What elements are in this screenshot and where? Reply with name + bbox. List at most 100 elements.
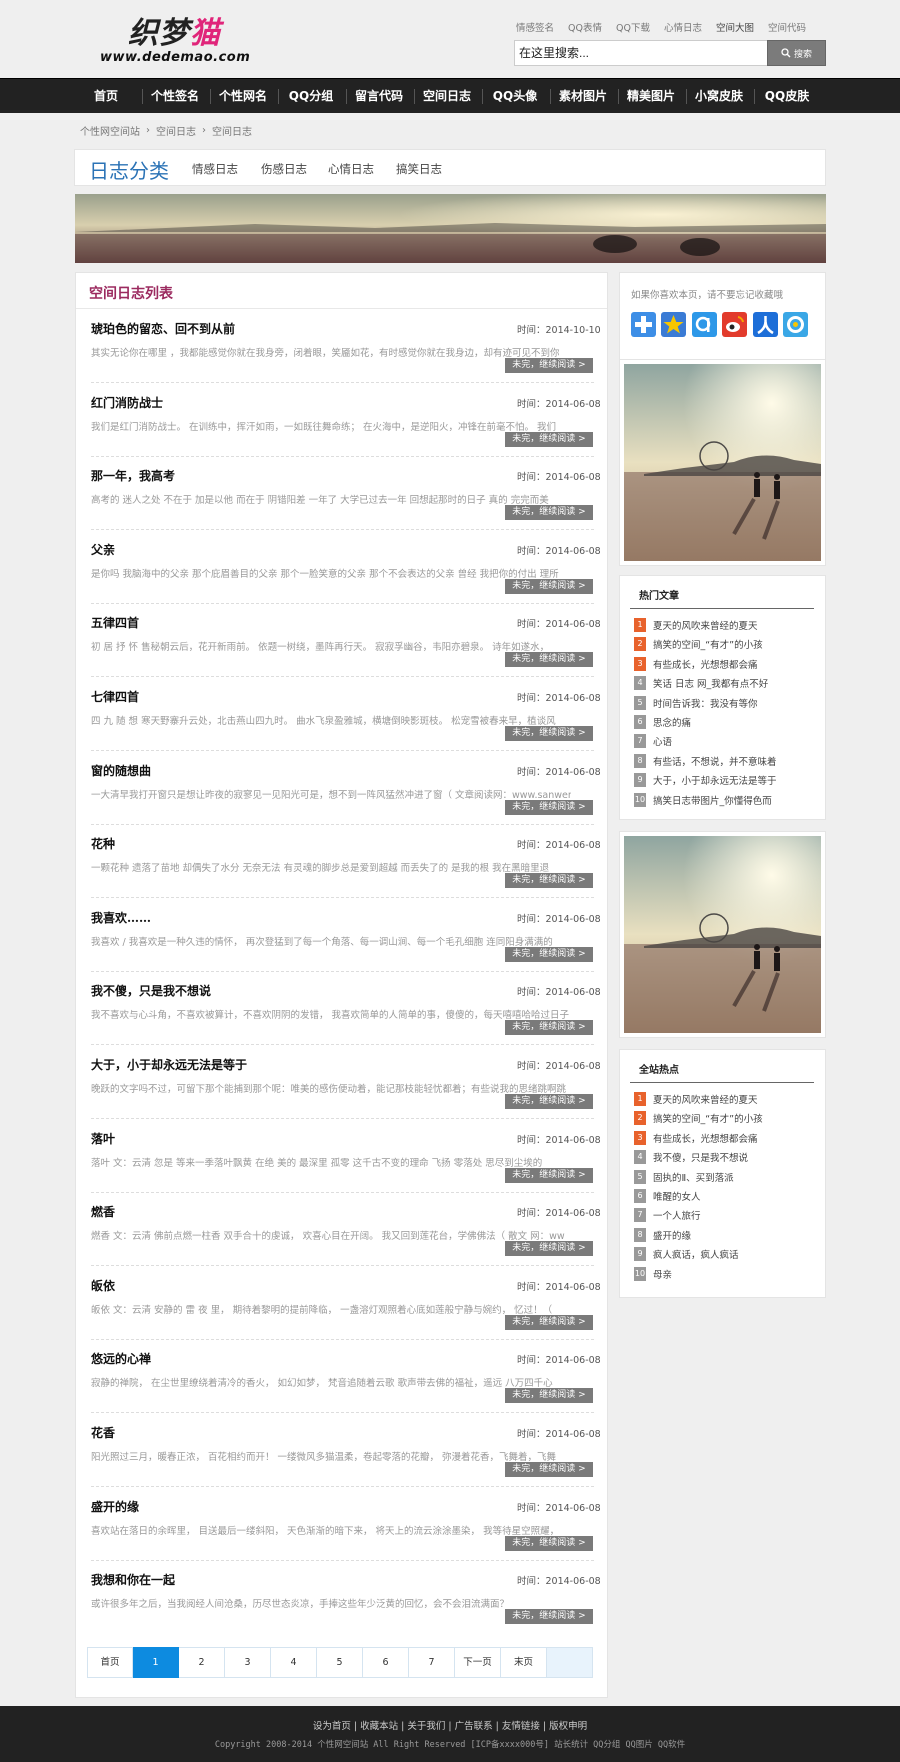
nav-item[interactable]: 小窝皮肤	[688, 79, 750, 114]
hot-list-item[interactable]: 6 唯醒的女人	[634, 1189, 701, 1203]
hot-item-link[interactable]: 笑话 日志 网_我都有点不好	[653, 676, 768, 690]
top-link[interactable]: 空间代码	[768, 20, 806, 34]
hot-list-item[interactable]: 8 有些话，不想说，并不意味着	[634, 753, 777, 768]
nav-item-home[interactable]: 首页	[76, 79, 136, 114]
hot-list-item[interactable]: 1 夏天的风吹来曾经的夏天	[634, 1092, 758, 1106]
top-link[interactable]: QQ表情	[568, 20, 602, 34]
nav-item[interactable]: QQ分组	[280, 79, 342, 114]
article-title[interactable]: 七律四首	[91, 688, 139, 705]
read-more-button[interactable]: 未完，继续阅读 >	[505, 1094, 593, 1109]
search-button[interactable]: 搜索	[767, 40, 826, 66]
hot-item-link[interactable]: 盛开的缘	[653, 1228, 691, 1242]
sidebar-photo[interactable]	[619, 831, 826, 1038]
hot-list-item[interactable]: 8 盛开的缘	[634, 1227, 691, 1242]
nav-item[interactable]: 个性签名	[144, 79, 206, 114]
page-first[interactable]: 首页	[87, 1647, 133, 1678]
hot-item-link[interactable]: 心语	[653, 734, 672, 748]
hot-list-item[interactable]: 7 心语	[634, 734, 672, 749]
article-title[interactable]: 花香	[91, 1424, 115, 1441]
article-title[interactable]: 悠远的心禅	[91, 1350, 151, 1367]
hot-item-link[interactable]: 我不傻，只是我不想说	[653, 1150, 748, 1164]
read-more-button[interactable]: 未完，继续阅读 >	[505, 1241, 593, 1257]
read-more-button[interactable]: 未完，继续阅读 >	[505, 946, 593, 962]
article-title[interactable]: 皈依	[91, 1277, 115, 1294]
page-1[interactable]: 1	[133, 1647, 179, 1678]
nav-item[interactable]: 个性网名	[212, 79, 274, 114]
page-2[interactable]: 2	[179, 1647, 225, 1678]
article-title[interactable]: 五律四首	[91, 614, 139, 631]
hot-item-link[interactable]: 时间告诉我：我没有等你	[653, 696, 758, 710]
article-title[interactable]: 琥珀色的留恋、回不到从前	[91, 320, 235, 337]
page-6[interactable]: 6	[363, 1647, 409, 1678]
hot-list-item[interactable]: 3 有些成长，光想想都会痛	[634, 656, 758, 671]
site-logo[interactable]: 织梦猫 www.dedemao.com	[94, 6, 264, 70]
breadcrumb-link[interactable]: 个性网空间站	[80, 123, 140, 138]
article-title[interactable]: 大于，小于却永远无法是等于	[91, 1056, 247, 1073]
top-link[interactable]: QQ下载	[616, 20, 650, 34]
hot-item-link[interactable]: 有些成长，光想想都会痛	[653, 657, 758, 671]
read-more-button[interactable]: 未完，继续阅读 >	[505, 358, 593, 373]
hot-item-link[interactable]: 夏天的风吹来曾经的夏天	[653, 1092, 758, 1106]
article-title[interactable]: 我想和你在一起	[91, 1571, 175, 1588]
share-renren-icon[interactable]	[753, 312, 778, 337]
hot-item-link[interactable]: 大于，小于却永远无法是等于	[653, 773, 777, 787]
read-more-button[interactable]: 未完，继续阅读 >	[505, 1388, 593, 1404]
hot-list-item[interactable]: 9 大于，小于却永远无法是等于	[634, 773, 777, 788]
category-link[interactable]: 情感日志	[192, 161, 238, 177]
hot-list-item[interactable]: 4 我不傻，只是我不想说	[634, 1150, 748, 1165]
share-plus-icon[interactable]	[631, 312, 656, 337]
nav-item[interactable]: 留言代码	[348, 79, 410, 114]
read-more-button[interactable]: 未完，继续阅读 >	[505, 1314, 593, 1330]
read-more-button[interactable]: 未完，继续阅读 >	[505, 1535, 593, 1551]
read-more-button[interactable]: 未完，继续阅读 >	[505, 1167, 593, 1183]
article-title[interactable]: 那一年，我高考	[91, 467, 175, 484]
page-4[interactable]: 4	[271, 1647, 317, 1678]
nav-item[interactable]: QQ皮肤	[756, 79, 818, 114]
top-link[interactable]: 空间大图	[716, 20, 754, 34]
hot-item-link[interactable]: 思念的痛	[653, 715, 691, 729]
nav-item[interactable]: 精美图片	[620, 79, 682, 114]
share-tencent-icon[interactable]	[692, 312, 717, 337]
share-qzone-icon[interactable]	[661, 312, 686, 337]
category-link[interactable]: 心情日志	[328, 161, 374, 177]
hot-item-link[interactable]: 固执的Ⅱ、买到落派	[653, 1170, 734, 1184]
article-title[interactable]: 我不傻，只是我不想说	[91, 982, 211, 999]
page-next[interactable]: 下一页	[455, 1647, 501, 1678]
top-link[interactable]: 心情日志	[664, 20, 702, 34]
share-kaixin-icon[interactable]	[783, 312, 808, 337]
hot-item-link[interactable]: 搞笑日志带图片_你懂得色而	[653, 793, 772, 807]
category-link[interactable]: 搞笑日志	[396, 161, 442, 177]
hot-list-item[interactable]: 5 时间告诉我：我没有等你	[634, 695, 758, 710]
category-link[interactable]: 伤感日志	[261, 161, 307, 177]
read-more-button[interactable]: 未完，继续阅读 >	[505, 1020, 593, 1036]
read-more-button[interactable]: 未完，继续阅读 >	[505, 578, 593, 594]
share-weibo-icon[interactable]	[722, 312, 747, 337]
page-5[interactable]: 5	[317, 1647, 363, 1678]
top-link[interactable]: 情感签名	[516, 20, 554, 34]
footer-links[interactable]: 设为首页 | 收藏本站 | 关于我们 | 广告联系 | 友情链接 | 版权申明	[0, 1718, 900, 1732]
hot-item-link[interactable]: 唯醒的女人	[653, 1189, 701, 1203]
nav-item[interactable]: 素材图片	[552, 79, 614, 114]
hot-item-link[interactable]: 有些成长，光想想都会痛	[653, 1131, 758, 1145]
hot-item-link[interactable]: 搞笑的空间_“有才”的小孩	[653, 637, 763, 651]
hot-item-link[interactable]: 疯人疯话，疯人疯话	[653, 1247, 739, 1261]
article-title[interactable]: 燃香	[91, 1203, 115, 1220]
read-more-button[interactable]: 未完，继续阅读 >	[505, 431, 593, 447]
nav-item[interactable]: 空间日志	[416, 79, 478, 114]
page-last[interactable]: 末页	[501, 1647, 547, 1678]
hot-list-item[interactable]: 9 疯人疯话，疯人疯话	[634, 1247, 739, 1262]
breadcrumb-link[interactable]: 空间日志	[156, 123, 196, 138]
article-title[interactable]: 落叶	[91, 1130, 115, 1147]
hot-item-link[interactable]: 母亲	[653, 1267, 672, 1281]
hot-list-item[interactable]: 1 夏天的风吹来曾经的夏天	[634, 618, 758, 632]
hot-list-item[interactable]: 3 有些成长，光想想都会痛	[634, 1130, 758, 1145]
article-title[interactable]: 我喜欢……	[91, 909, 151, 926]
hot-list-item[interactable]: 10 搞笑日志带图片_你懂得色而	[634, 792, 772, 807]
read-more-button[interactable]: 未完，继续阅读 >	[505, 726, 593, 741]
page-7[interactable]: 7	[409, 1647, 455, 1678]
hot-list-item[interactable]: 4 笑话 日志 网_我都有点不好	[634, 676, 768, 691]
read-more-button[interactable]: 未完，继续阅读 >	[505, 1609, 593, 1625]
hot-item-link[interactable]: 有些话，不想说，并不意味着	[653, 754, 777, 768]
nav-item[interactable]: QQ头像	[484, 79, 546, 114]
read-more-button[interactable]: 未完，继续阅读 >	[505, 652, 593, 668]
